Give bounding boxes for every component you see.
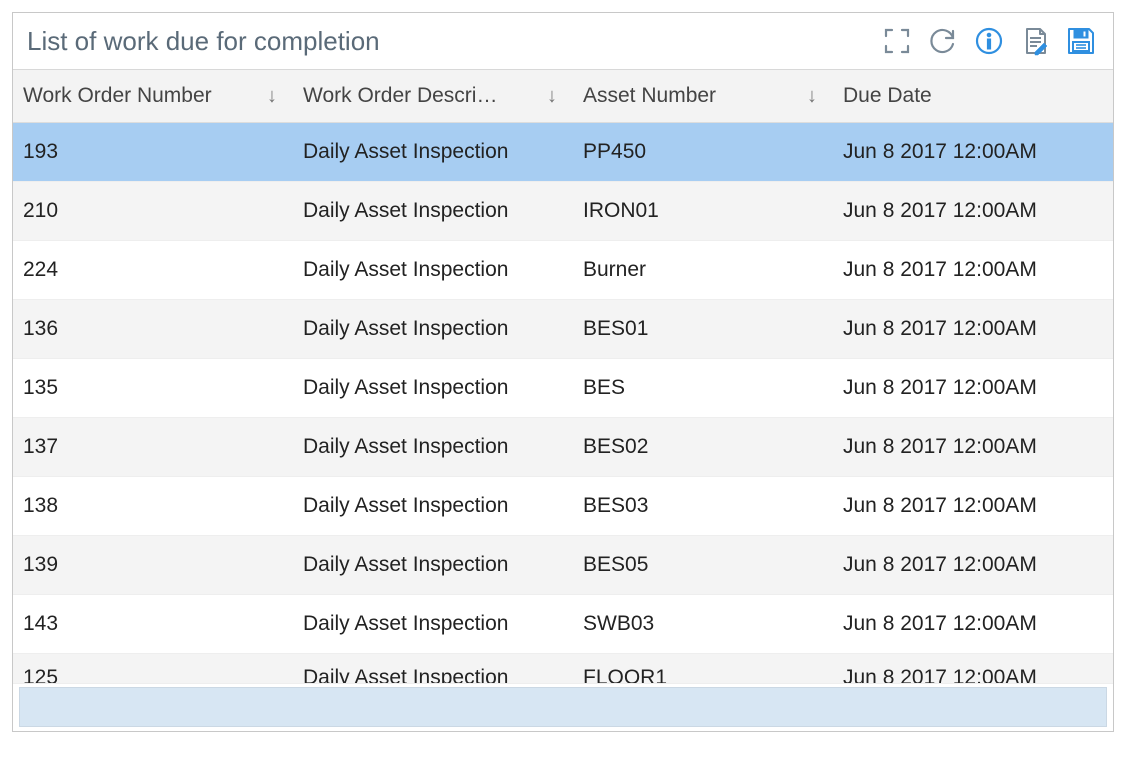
refresh-icon <box>928 26 958 56</box>
refresh-button[interactable] <box>925 23 961 59</box>
cell-due: Jun 8 2017 12:00AM <box>833 612 1113 636</box>
cell-desc: Daily Asset Inspection <box>293 553 573 577</box>
cell-due: Jun 8 2017 12:00AM <box>833 258 1113 282</box>
cell-asset: Burner <box>573 258 833 282</box>
info-button[interactable] <box>971 23 1007 59</box>
cell-asset: BES02 <box>573 435 833 459</box>
cell-num: 224 <box>13 258 293 282</box>
cell-desc: Daily Asset Inspection <box>293 199 573 223</box>
column-label: Work Order Number <box>23 84 212 108</box>
expand-button[interactable] <box>879 23 915 59</box>
panel-header: List of work due for completion <box>13 13 1113 70</box>
cell-asset: BES <box>573 376 833 400</box>
table-row[interactable]: 224Daily Asset InspectionBurnerJun 8 201… <box>13 241 1113 300</box>
cell-desc: Daily Asset Inspection <box>293 376 573 400</box>
table-row[interactable]: 135Daily Asset InspectionBESJun 8 2017 1… <box>13 359 1113 418</box>
table-row[interactable]: 137Daily Asset InspectionBES02Jun 8 2017… <box>13 418 1113 477</box>
cell-due: Jun 8 2017 12:00AM <box>833 199 1113 223</box>
cell-num: 193 <box>13 140 293 164</box>
column-header-work-order-number[interactable]: Work Order Number ↓ <box>13 70 293 122</box>
work-due-panel: List of work due for completion <box>12 12 1114 732</box>
column-label: Work Order Descri… <box>303 84 497 108</box>
table-body: 193Daily Asset InspectionPP450Jun 8 2017… <box>13 123 1113 731</box>
cell-desc: Daily Asset Inspection <box>293 258 573 282</box>
table-row[interactable]: 136Daily Asset InspectionBES01Jun 8 2017… <box>13 300 1113 359</box>
table-row[interactable]: 138Daily Asset InspectionBES03Jun 8 2017… <box>13 477 1113 536</box>
column-label: Due Date <box>843 84 932 108</box>
edit-document-button[interactable] <box>1017 23 1053 59</box>
cell-num: 125 <box>13 666 293 684</box>
cell-desc: Daily Asset Inspection <box>293 494 573 518</box>
cell-asset: BES01 <box>573 317 833 341</box>
cell-asset: BES03 <box>573 494 833 518</box>
cell-due: Jun 8 2017 12:00AM <box>833 140 1113 164</box>
cell-desc: Daily Asset Inspection <box>293 140 573 164</box>
panel-title: List of work due for completion <box>27 26 380 57</box>
cell-due: Jun 8 2017 12:00AM <box>833 435 1113 459</box>
cell-num: 138 <box>13 494 293 518</box>
cell-asset: IRON01 <box>573 199 833 223</box>
table-row[interactable]: 139Daily Asset InspectionBES05Jun 8 2017… <box>13 536 1113 595</box>
cell-due: Jun 8 2017 12:00AM <box>833 317 1113 341</box>
sort-arrow-icon: ↓ <box>807 85 823 108</box>
cell-desc: Daily Asset Inspection <box>293 666 573 684</box>
cell-num: 136 <box>13 317 293 341</box>
cell-desc: Daily Asset Inspection <box>293 435 573 459</box>
cell-due: Jun 8 2017 12:00AM <box>833 666 1113 684</box>
column-header-work-order-description[interactable]: Work Order Descri… ↓ <box>293 70 573 122</box>
table-row[interactable]: 125Daily Asset InspectionFLOOR1Jun 8 201… <box>13 654 1113 684</box>
save-button[interactable] <box>1063 23 1099 59</box>
cell-asset: SWB03 <box>573 612 833 636</box>
work-orders-table: Work Order Number ↓ Work Order Descri… ↓… <box>13 70 1113 731</box>
cell-asset: BES05 <box>573 553 833 577</box>
cell-num: 135 <box>13 376 293 400</box>
cell-num: 137 <box>13 435 293 459</box>
cell-desc: Daily Asset Inspection <box>293 317 573 341</box>
edit-document-icon <box>1020 26 1050 56</box>
cell-asset: FLOOR1 <box>573 666 833 684</box>
sort-arrow-icon: ↓ <box>267 85 283 108</box>
column-header-row: Work Order Number ↓ Work Order Descri… ↓… <box>13 70 1113 123</box>
cell-desc: Daily Asset Inspection <box>293 612 573 636</box>
column-header-due-date[interactable]: Due Date <box>833 70 1113 122</box>
table-footer-bar <box>19 687 1107 727</box>
cell-due: Jun 8 2017 12:00AM <box>833 494 1113 518</box>
column-label: Asset Number <box>583 84 716 108</box>
column-header-asset-number[interactable]: Asset Number ↓ <box>573 70 833 122</box>
table-row[interactable]: 193Daily Asset InspectionPP450Jun 8 2017… <box>13 123 1113 182</box>
sort-arrow-icon: ↓ <box>547 85 563 108</box>
table-row[interactable]: 143Daily Asset InspectionSWB03Jun 8 2017… <box>13 595 1113 654</box>
cell-num: 210 <box>13 199 293 223</box>
info-icon <box>974 26 1004 56</box>
cell-due: Jun 8 2017 12:00AM <box>833 553 1113 577</box>
save-icon <box>1065 25 1097 57</box>
expand-icon <box>882 26 912 56</box>
table-row[interactable]: 210Daily Asset InspectionIRON01Jun 8 201… <box>13 182 1113 241</box>
toolbar <box>879 23 1099 59</box>
cell-due: Jun 8 2017 12:00AM <box>833 376 1113 400</box>
cell-num: 143 <box>13 612 293 636</box>
cell-asset: PP450 <box>573 140 833 164</box>
cell-num: 139 <box>13 553 293 577</box>
